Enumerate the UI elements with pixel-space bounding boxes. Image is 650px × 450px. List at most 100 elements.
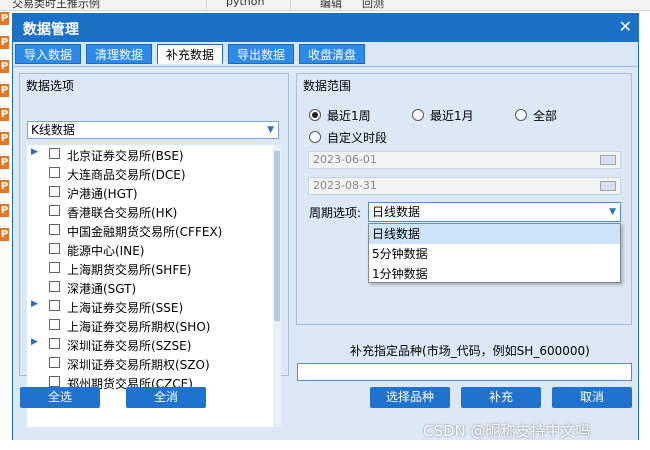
supplement-button[interactable]: 补充: [461, 387, 541, 408]
python-file-icon: P: [0, 108, 9, 121]
market-checkbox[interactable]: [49, 300, 60, 311]
python-file-icon: P: [0, 84, 9, 97]
python-file-icon: P: [0, 12, 9, 25]
market-label: 大连商品交易所(DCE): [67, 168, 186, 182]
tab-content: 数据选项 K线数据 ▼ ▶ 北京证券交易所(BSE) 大连商品交易所(DCE) …: [13, 66, 638, 440]
radio-label: 最近1月: [430, 109, 474, 123]
market-label: 能源中心(INE): [67, 244, 145, 258]
market-item[interactable]: 上海期货交易所(SHFE): [27, 259, 273, 278]
market-label: 深圳证券交易所期权(SZO): [67, 358, 210, 372]
market-label: 深圳证券交易所(SZSE): [67, 339, 192, 353]
market-checkbox[interactable]: [49, 262, 60, 273]
market-checkbox[interactable]: [49, 338, 60, 349]
market-checkbox[interactable]: [49, 319, 60, 330]
data-management-dialog: 数据管理 ✕ 导入数据 清理数据 补充数据 导出数据 收盘清盘 数据选项 K线数…: [12, 13, 639, 440]
dialog-titlebar[interactable]: 数据管理 ✕: [13, 14, 638, 42]
tab-close-clear[interactable]: 收盘清盘: [299, 44, 366, 64]
market-tree: ▶ 北京证券交易所(BSE) 大连商品交易所(DCE) 沪港通(HGT) 香港联…: [27, 145, 281, 427]
period-option[interactable]: 5分钟数据: [369, 244, 620, 264]
market-label: 香港联合交易所(HK): [67, 206, 178, 220]
market-item[interactable]: 深港通(SGT): [27, 278, 273, 297]
market-item[interactable]: 沪港通(HGT): [27, 183, 273, 202]
cancel-button[interactable]: 取消: [552, 387, 632, 408]
market-item[interactable]: 中国金融期货交易所(CFFEX): [27, 221, 273, 240]
period-select[interactable]: 日线数据 ▼: [368, 202, 621, 222]
background-header-cell[interactable]: 回测: [362, 0, 384, 10]
radio-dot[interactable]: [515, 109, 527, 121]
radio-all[interactable]: 全部: [515, 107, 575, 123]
chevron-down-icon: ▼: [267, 125, 274, 135]
market-checkbox[interactable]: [49, 167, 60, 178]
market-item[interactable]: 大连商品交易所(DCE): [27, 164, 273, 183]
radio-label: 最近1周: [327, 109, 371, 123]
watermark: CSDN @昵称支持中文吗: [423, 422, 591, 440]
market-item[interactable]: 能源中心(INE): [27, 240, 273, 259]
keyboard-icon[interactable]: [600, 181, 616, 191]
deselect-all-button[interactable]: 全消: [126, 387, 206, 408]
market-checkbox[interactable]: [49, 148, 60, 159]
end-date-value: 2023-08-31: [313, 179, 377, 192]
radio-last-week[interactable]: 最近1周: [309, 107, 379, 123]
start-date-field[interactable]: 2023-06-01: [308, 151, 621, 169]
market-checkbox[interactable]: [49, 357, 60, 368]
chevron-down-icon: ▼: [609, 207, 616, 217]
period-label: 周期选项:: [309, 206, 362, 220]
market-label: 北京证券交易所(BSE): [67, 149, 184, 163]
python-file-icon: P: [0, 156, 9, 169]
market-checkbox[interactable]: [49, 376, 60, 387]
market-item[interactable]: ▶ 上海证券交易所(SSE): [27, 297, 273, 316]
background-header-cell[interactable]: 编辑: [320, 0, 342, 10]
python-file-icon: P: [0, 180, 9, 193]
group-title: 数据范围: [303, 79, 352, 93]
data-kind-value: K线数据: [31, 123, 75, 137]
radio-label: 全部: [533, 109, 558, 123]
market-item[interactable]: 上海证券交易所期权(SHO): [27, 316, 273, 335]
radio-label: 自定义时段: [327, 131, 388, 145]
tree-scrollbar[interactable]: [273, 145, 281, 427]
radio-last-month[interactable]: 最近1月: [412, 107, 482, 123]
dialog-title: 数据管理: [23, 22, 79, 38]
scrollbar-thumb[interactable]: [274, 151, 280, 321]
close-icon[interactable]: ✕: [619, 17, 632, 36]
market-checkbox[interactable]: [49, 224, 60, 235]
group-title: 数据选项: [26, 79, 75, 93]
market-checkbox[interactable]: [49, 281, 60, 292]
tab-export[interactable]: 导出数据: [228, 44, 295, 64]
python-file-icon: P: [0, 60, 9, 73]
python-file-icon: P: [0, 132, 9, 145]
market-checkbox[interactable]: [49, 205, 60, 216]
keyboard-icon[interactable]: [600, 155, 616, 165]
background-header-cell: 交易类时王推示例: [12, 0, 100, 10]
period-option[interactable]: 日线数据: [369, 224, 620, 244]
expand-arrow-icon[interactable]: ▶: [31, 299, 38, 309]
market-checkbox[interactable]: [49, 186, 60, 197]
market-label: 中国金融期货交易所(CFFEX): [67, 225, 223, 239]
market-label: 上海证券交易所期权(SHO): [67, 320, 211, 334]
radio-dot[interactable]: [309, 109, 321, 121]
start-date-value: 2023-06-01: [313, 153, 377, 166]
radio-dot[interactable]: [412, 109, 424, 121]
data-kind-select[interactable]: K线数据 ▼: [27, 121, 279, 139]
expand-arrow-icon[interactable]: ▶: [31, 337, 38, 347]
radio-dot[interactable]: [309, 131, 321, 143]
tab-import[interactable]: 导入数据: [15, 44, 82, 64]
column-divider: [290, 0, 291, 10]
choose-symbol-button[interactable]: 选择品种: [370, 387, 450, 408]
symbol-input[interactable]: [297, 363, 632, 381]
select-all-button[interactable]: 全选: [20, 387, 100, 408]
market-checkbox[interactable]: [49, 243, 60, 254]
tab-supplement[interactable]: 补充数据: [157, 44, 224, 64]
tab-bar: 导入数据 清理数据 补充数据 导出数据 收盘清盘: [13, 42, 638, 66]
market-item[interactable]: ▶ 北京证券交易所(BSE): [27, 145, 273, 164]
market-item[interactable]: 深圳证券交易所期权(SZO): [27, 354, 273, 373]
python-file-icon: P: [0, 36, 9, 49]
expand-arrow-icon[interactable]: ▶: [31, 147, 38, 157]
market-item[interactable]: ▶ 深圳证券交易所(SZSE): [27, 335, 273, 354]
tab-clean[interactable]: 清理数据: [86, 44, 153, 64]
end-date-field[interactable]: 2023-08-31: [308, 177, 621, 195]
period-option[interactable]: 1分钟数据: [369, 264, 620, 284]
market-label: 深港通(SGT): [67, 282, 137, 296]
radio-custom-range[interactable]: 自定义时段: [309, 129, 399, 145]
market-item[interactable]: 香港联合交易所(HK): [27, 202, 273, 221]
background-table-header: 交易类时王推示例 python 编辑 回测: [0, 0, 650, 11]
